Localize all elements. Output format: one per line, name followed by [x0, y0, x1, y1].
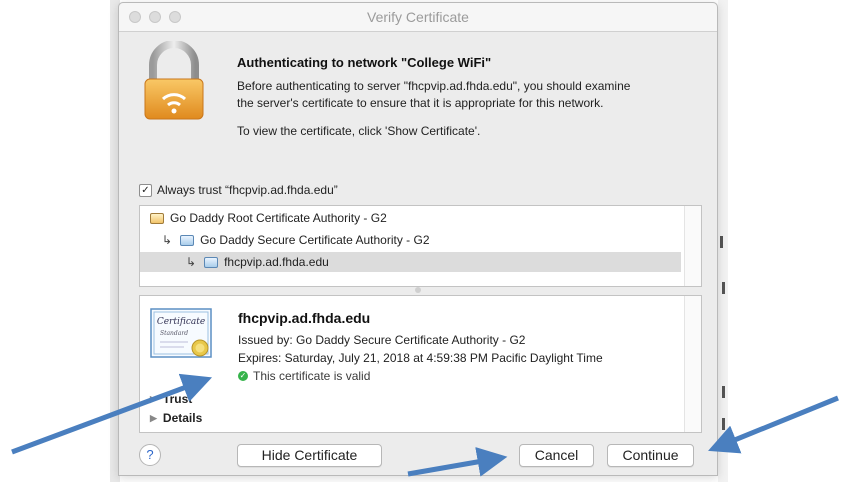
issued-by: Issued by: Go Daddy Secure Certificate A… [238, 333, 526, 347]
checkmark-icon: ✓ [238, 371, 248, 381]
dialog-heading: Authenticating to network "College WiFi" [237, 55, 492, 70]
chain-item-leaf-label: fhcpvip.ad.fhda.edu [224, 255, 329, 269]
chain-item-leaf[interactable]: ↳ fhcpvip.ad.fhda.edu [140, 252, 681, 272]
cancel-button[interactable]: Cancel [519, 444, 594, 467]
message-line-3: To view the certificate, click 'Show Cer… [237, 124, 481, 138]
details-disclosure[interactable]: ▶ Details [150, 411, 202, 425]
certificate-badge-icon: Certificate Standard [150, 308, 212, 358]
chain-item-root-label: Go Daddy Root Certificate Authority - G2 [170, 211, 387, 225]
wifi-lock-icon [144, 41, 204, 120]
chain-item-intermediate-label: Go Daddy Secure Certificate Authority - … [200, 233, 430, 247]
badge-word-2: Standard [160, 330, 188, 337]
verify-certificate-dialog: Verify Certificate Authenticating to net… [118, 2, 718, 476]
background-mark [720, 236, 723, 248]
expiration-date: Expires: Saturday, July 21, 2018 at 4:59… [238, 351, 603, 365]
certificate-detail-pane: Certificate Standard fhcpvip.ad.fhda.edu… [139, 295, 702, 433]
root-certificate-icon [150, 212, 164, 224]
chain-item-intermediate[interactable]: ↳ Go Daddy Secure Certificate Authority … [162, 230, 430, 250]
certificate-name: fhcpvip.ad.fhda.edu [238, 310, 371, 326]
always-trust-label[interactable]: Always trust “fhcpvip.ad.fhda.edu” [157, 183, 338, 197]
disclosure-triangle-icon: ▶ [150, 393, 157, 404]
certificate-icon [180, 234, 195, 246]
continue-button[interactable]: Continue [607, 444, 694, 467]
always-trust-row[interactable]: ✓ Always trust “fhcpvip.ad.fhda.edu” [139, 183, 338, 197]
child-arrow-icon: ↳ [186, 255, 197, 269]
disclosure-triangle-icon: ▶ [150, 412, 157, 423]
validity-status: ✓ This certificate is valid [238, 369, 370, 383]
tree-scrollbar[interactable] [684, 206, 701, 286]
details-label: Details [162, 411, 203, 425]
certificate-icon [204, 256, 219, 268]
trust-disclosure[interactable]: ▶ Trust [150, 392, 192, 406]
pane-splitter[interactable] [139, 286, 700, 294]
hide-certificate-button[interactable]: Hide Certificate [237, 444, 382, 467]
background-mark [722, 418, 725, 430]
background-mark [722, 282, 725, 294]
splitter-handle[interactable] [415, 287, 421, 293]
chain-item-root[interactable]: Go Daddy Root Certificate Authority - G2 [150, 208, 387, 228]
detail-scrollbar[interactable] [684, 296, 701, 432]
title-bar: Verify Certificate [119, 3, 717, 32]
message-line-2: the server's certificate to ensure that … [237, 96, 604, 110]
annotation-arrow-to-continue [708, 395, 839, 454]
background-mark [722, 386, 725, 398]
child-arrow-icon: ↳ [162, 233, 173, 247]
badge-word-1: Certificate [157, 317, 205, 327]
trust-label: Trust [162, 392, 193, 406]
window-title: Verify Certificate [367, 9, 469, 25]
always-trust-checkbox[interactable]: ✓ [139, 183, 152, 197]
certificate-chain-tree: Go Daddy Root Certificate Authority - G2… [139, 205, 702, 287]
validity-text: This certificate is valid [253, 369, 371, 383]
help-button[interactable]: ? [139, 444, 161, 466]
message-line-1: Before authenticating to server "fhcpvip… [237, 79, 631, 93]
